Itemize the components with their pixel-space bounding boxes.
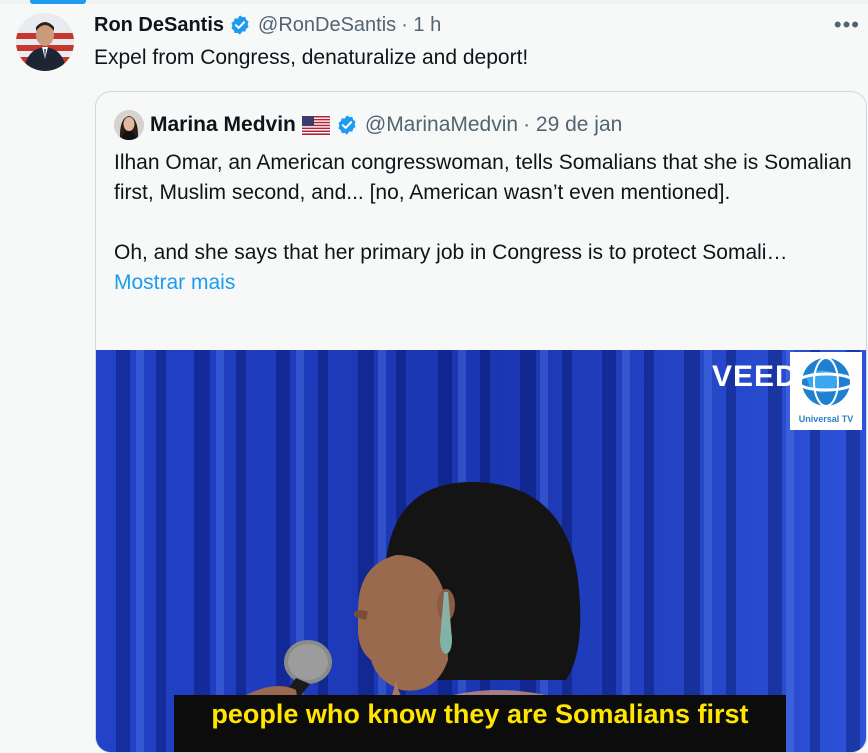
- new-posts-indicator[interactable]: [30, 0, 86, 4]
- quoted-tweet-text: Ilhan Omar, an American congresswoman, t…: [114, 148, 854, 298]
- us-flag-icon: [301, 115, 330, 135]
- watermark-badge-text: Universal TV: [798, 414, 854, 424]
- quoted-tweet-header: Marina Medvin @MarinaMedvin · 29 de jan: [114, 110, 622, 140]
- quoted-paragraph-1: Ilhan Omar, an American congresswoman, t…: [114, 151, 852, 204]
- verified-badge-icon: [338, 115, 356, 135]
- avatar[interactable]: [16, 13, 74, 71]
- quoted-author-avatar[interactable]: [114, 110, 144, 140]
- show-more-link[interactable]: Mostrar mais: [114, 271, 235, 294]
- top-divider: [0, 0, 868, 4]
- globe-icon: [796, 357, 856, 407]
- video-media[interactable]: VEED Universal TV people who know they a…: [96, 350, 866, 752]
- tweet-timestamp[interactable]: · 1 h: [401, 14, 441, 37]
- quoted-paragraph-2: Oh, and she says that her primary job in…: [114, 241, 788, 264]
- quoted-tweet-date[interactable]: · 29 de jan: [523, 113, 622, 137]
- quoted-tweet-card[interactable]: Marina Medvin @MarinaMedvin · 29 de jan …: [95, 91, 867, 753]
- verified-badge-icon: [231, 15, 249, 35]
- universal-tv-logo: Universal TV: [790, 352, 862, 430]
- tweet-text: Expel from Congress, denaturalize and de…: [94, 46, 529, 69]
- quoted-author-handle[interactable]: @MarinaMedvin: [365, 113, 518, 137]
- quoted-author-name[interactable]: Marina Medvin: [150, 113, 296, 137]
- more-horizontal-icon[interactable]: •••: [834, 12, 860, 38]
- author-handle[interactable]: @RonDeSantis: [258, 14, 396, 37]
- author-name[interactable]: Ron DeSantis: [94, 14, 224, 37]
- tweet-header: Ron DeSantis @RonDeSantis · 1 h: [94, 12, 441, 38]
- video-caption: people who know they are Somalians first: [174, 695, 786, 752]
- video-frame: [96, 350, 866, 752]
- watermark-text: VEED: [712, 360, 798, 393]
